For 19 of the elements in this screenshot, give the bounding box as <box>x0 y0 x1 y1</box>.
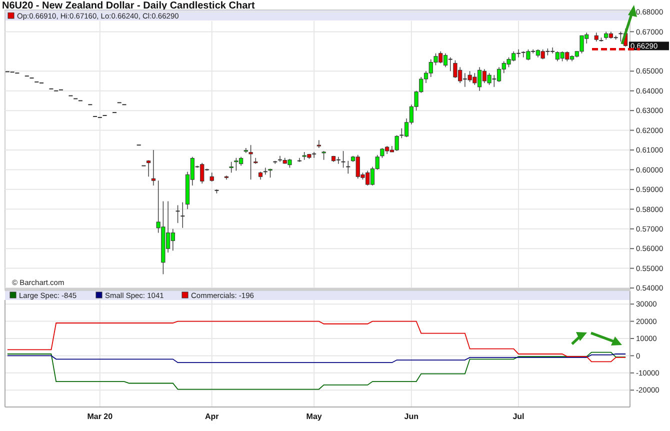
axis-label: May <box>306 412 322 421</box>
candlestick <box>224 175 228 180</box>
candlestick <box>112 112 116 114</box>
axis-label: Mar 20 <box>87 412 113 421</box>
arrow <box>590 332 622 346</box>
candlestick <box>316 140 321 148</box>
candlestick <box>136 144 141 146</box>
axis-label: Jul <box>512 412 524 421</box>
candlestick <box>88 104 92 106</box>
legend-swatch <box>8 12 14 19</box>
axis-label: Apr <box>204 412 219 421</box>
dashed-line <box>592 48 640 50</box>
arrow <box>571 332 587 345</box>
candlestick <box>322 150 326 160</box>
candlestick <box>214 189 219 194</box>
chart-title: N6U20 - New Zealand Dollar - Daily Candlestick Chart <box>2 0 255 12</box>
candlestick <box>68 95 73 96</box>
arrow <box>620 5 637 44</box>
axis-label: Jun <box>404 412 419 421</box>
